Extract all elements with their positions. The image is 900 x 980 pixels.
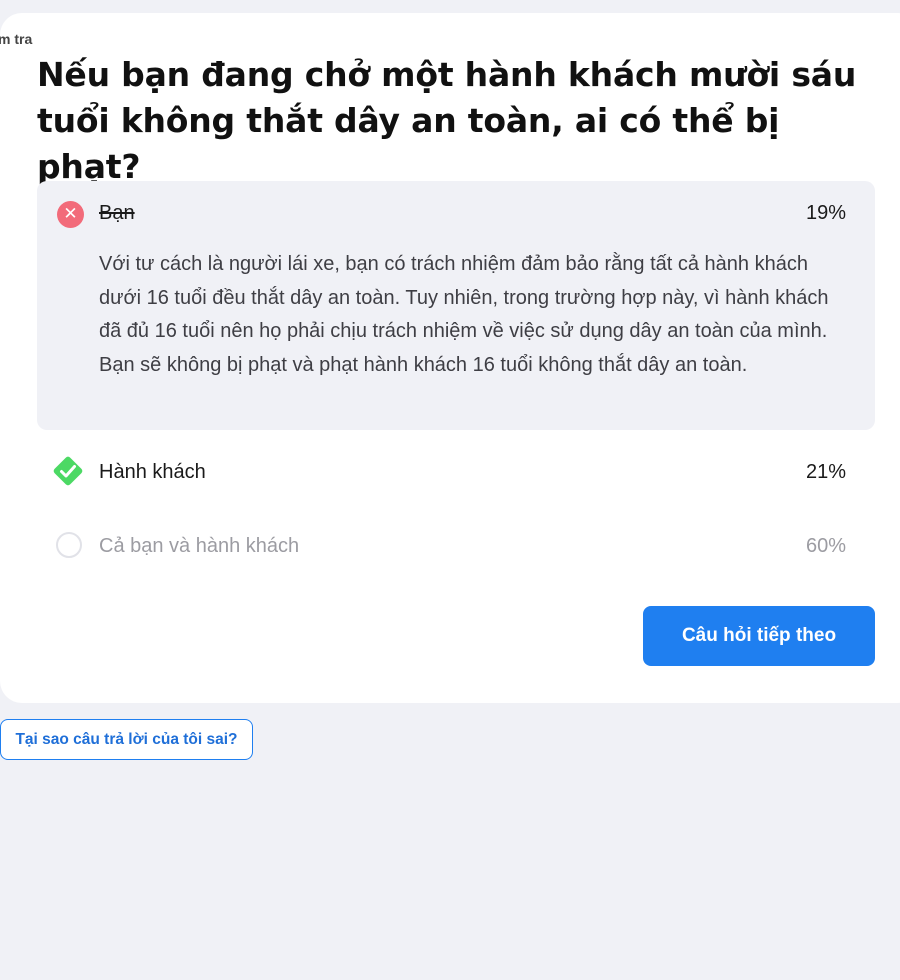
next-question-button[interactable]: Câu hỏi tiếp theo <box>643 606 875 666</box>
answer-label: Hành khách <box>99 461 206 483</box>
breadcrumb: m tra <box>0 31 33 47</box>
why-wrong-button[interactable]: Tại sao câu trả lời của tôi sai? <box>0 719 253 760</box>
answer-label: Cả bạn và hành khách <box>99 535 300 557</box>
answer-option-correct[interactable]: Hành khách 21% <box>0 452 900 492</box>
answer-label: Bạn <box>99 202 135 224</box>
answer-explanation: Với tư cách là người lái xe, bạn có trác… <box>99 253 829 376</box>
question-title: Nếu bạn đang chở một hành khách mười sáu… <box>37 55 857 186</box>
empty-circle-icon <box>56 532 82 558</box>
check-diamond-icon <box>51 454 85 488</box>
answer-percent: 60% <box>805 535 846 557</box>
answer-option-unselected[interactable]: Cả bạn và hành khách 60% <box>0 526 900 566</box>
x-circle-icon: ✕ <box>57 201 84 228</box>
answer-option-wrong[interactable]: ✕ Bạn 19% Với tư cách là người lái xe, b… <box>37 181 875 430</box>
answer-percent: 21% <box>805 461 846 483</box>
answer-percent: 19% <box>805 202 846 224</box>
